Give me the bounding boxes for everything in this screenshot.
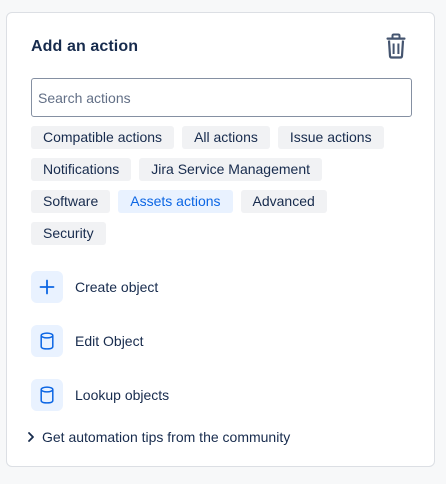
chip-advanced[interactable]: Advanced bbox=[240, 190, 327, 213]
chip-row: Security bbox=[31, 222, 421, 245]
plus-icon bbox=[31, 271, 63, 303]
automation-tips-label: Get automation tips from the community bbox=[42, 429, 291, 445]
action-label: Create object bbox=[75, 279, 159, 295]
chevron-right-icon bbox=[27, 430, 37, 444]
action-label: Edit Object bbox=[75, 333, 144, 349]
panel-title: Add an action bbox=[31, 38, 139, 55]
add-action-panel: Add an action Compatible actions All act… bbox=[6, 12, 435, 467]
chip-row: Software Assets actions Advanced bbox=[31, 190, 421, 213]
chip-issue-actions[interactable]: Issue actions bbox=[277, 126, 384, 149]
action-label: Lookup objects bbox=[75, 387, 170, 403]
chip-row: Compatible actions All actions Issue act… bbox=[31, 126, 421, 149]
chip-notifications[interactable]: Notifications bbox=[31, 158, 132, 181]
action-edit-object[interactable]: Edit Object bbox=[31, 325, 169, 357]
chip-row: Notifications Jira Service Management bbox=[31, 158, 421, 181]
chip-jira-service-management[interactable]: Jira Service Management bbox=[139, 158, 323, 181]
search-input[interactable] bbox=[31, 78, 412, 117]
chip-software[interactable]: Software bbox=[31, 190, 111, 213]
chip-assets-actions[interactable]: Assets actions bbox=[118, 190, 233, 213]
action-list: Create object Edit Object Lookup objects bbox=[31, 271, 169, 433]
chip-security[interactable]: Security bbox=[31, 222, 106, 245]
filter-chips: Compatible actions All actions Issue act… bbox=[31, 126, 421, 254]
database-icon bbox=[31, 325, 63, 357]
action-create-object[interactable]: Create object bbox=[31, 271, 169, 303]
trash-icon bbox=[385, 33, 407, 64]
automation-tips-link[interactable]: Get automation tips from the community bbox=[27, 429, 290, 445]
action-lookup-objects[interactable]: Lookup objects bbox=[31, 379, 169, 411]
delete-button[interactable] bbox=[383, 33, 409, 63]
chip-compatible-actions[interactable]: Compatible actions bbox=[31, 126, 175, 149]
database-icon bbox=[31, 379, 63, 411]
chip-all-actions[interactable]: All actions bbox=[182, 126, 270, 149]
